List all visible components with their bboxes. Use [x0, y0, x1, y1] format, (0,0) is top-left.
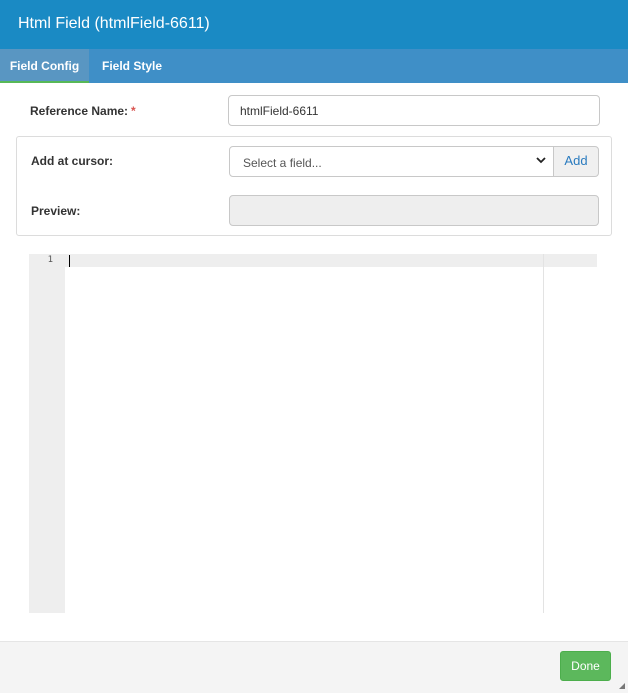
reference-name-label: Reference Name: *	[30, 104, 136, 118]
active-line[interactable]	[65, 254, 597, 267]
tab-field-style[interactable]: Field Style	[89, 49, 175, 83]
field-select-value: Select a field...	[243, 156, 322, 170]
resize-grip-icon[interactable]	[619, 683, 625, 689]
editor-gutter: 1	[29, 254, 65, 613]
print-margin	[543, 254, 544, 613]
add-at-cursor-label: Add at cursor:	[31, 154, 114, 168]
code-editor[interactable]: 1	[29, 254, 597, 613]
add-button[interactable]: Add	[553, 146, 599, 177]
preview-label: Preview:	[31, 204, 81, 218]
tab-field-config[interactable]: Field Config	[0, 49, 89, 83]
field-select[interactable]: Select a field...	[229, 146, 554, 177]
text-cursor	[69, 255, 70, 267]
dialog-title-bar: Html Field (htmlField-6611)	[0, 0, 628, 49]
reference-name-label-text: Reference Name:	[30, 104, 129, 118]
dialog-footer	[0, 641, 628, 693]
reference-name-input[interactable]	[228, 95, 600, 126]
chevron-down-icon	[536, 157, 546, 164]
tab-bar: Field Config Field Style	[0, 49, 628, 83]
done-button[interactable]: Done	[560, 651, 611, 681]
preview-field	[229, 195, 599, 226]
dialog-title: Html Field (htmlField-6611)	[18, 15, 210, 32]
line-number: 1	[47, 255, 53, 265]
required-mark: *	[131, 104, 136, 118]
